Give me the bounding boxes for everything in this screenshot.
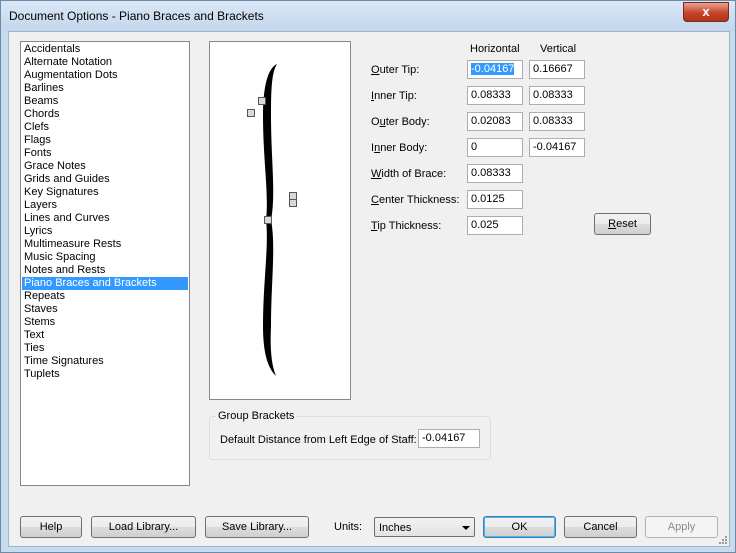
title-bar[interactable]: Document Options - Piano Braces and Brac… <box>1 1 735 31</box>
group-brackets-title: Group Brackets <box>216 410 297 422</box>
cancel-button[interactable]: Cancel <box>564 516 637 538</box>
category-item[interactable]: Grace Notes <box>22 160 188 173</box>
category-item[interactable]: Beams <box>22 95 188 108</box>
load-library-button[interactable]: Load Library... <box>91 516 196 538</box>
inner-body-horizontal-input[interactable]: 0 <box>467 138 523 157</box>
category-item[interactable]: Key Signatures <box>22 186 188 199</box>
outer-tip-label: Outer Tip: <box>371 64 420 76</box>
inner-body-label: Inner Body: <box>371 142 428 154</box>
category-item[interactable]: Lines and Curves <box>22 212 188 225</box>
outer-tip-vertical-input[interactable]: 0.16667 <box>529 60 585 79</box>
units-select[interactable]: Inches <box>374 517 475 537</box>
category-item[interactable]: Barlines <box>22 82 188 95</box>
category-item[interactable]: Notes and Rests <box>22 264 188 277</box>
width-of-brace-label: Width of Brace: <box>371 168 447 180</box>
category-item[interactable]: Time Signatures <box>22 355 188 368</box>
category-item[interactable]: Grids and Guides <box>22 173 188 186</box>
center-handle[interactable] <box>264 216 272 224</box>
category-item[interactable]: Piano Braces and Brackets <box>22 277 188 290</box>
center-thickness-label: Center Thickness: <box>371 194 460 206</box>
outer-body-label: Outer Body: <box>371 116 430 128</box>
width-of-brace-input[interactable]: 0.08333 <box>467 164 523 183</box>
category-item[interactable]: Layers <box>22 199 188 212</box>
chevron-down-icon <box>462 526 470 530</box>
center-thickness-input[interactable]: 0.0125 <box>467 190 523 209</box>
outer-body-vertical-input[interactable]: 0.08333 <box>529 112 585 131</box>
category-item[interactable]: Stems <box>22 316 188 329</box>
category-item[interactable]: Music Spacing <box>22 251 188 264</box>
vertical-column-header: Vertical <box>540 43 577 55</box>
category-item[interactable]: Staves <box>22 303 188 316</box>
category-item[interactable]: Fonts <box>22 147 188 160</box>
close-icon: x <box>702 4 710 19</box>
piano-brace-graphic <box>263 64 277 376</box>
category-list[interactable]: Accidentals Alternate Notation Augmentatio… <box>20 41 190 486</box>
close-button[interactable]: x <box>683 2 729 22</box>
inner-body-vertical-input[interactable]: -0.04167 <box>529 138 585 157</box>
inner-tip-vertical-input[interactable]: 0.08333 <box>529 86 585 105</box>
units-label: Units: <box>334 521 363 533</box>
tip-thickness-input[interactable]: 0.025 <box>467 216 523 235</box>
inner-tip-horizontal-input[interactable]: 0.08333 <box>467 86 523 105</box>
ok-button[interactable]: OK <box>483 516 556 538</box>
category-item[interactable]: Repeats <box>22 290 188 303</box>
default-distance-input[interactable]: -0.04167 <box>418 429 480 448</box>
help-button[interactable]: Help <box>20 516 82 538</box>
inner-body-handle[interactable] <box>289 199 297 207</box>
category-item[interactable]: Ties <box>22 342 188 355</box>
category-item[interactable]: Chords <box>22 108 188 121</box>
category-item[interactable]: Tuplets <box>22 368 188 381</box>
window-title: Document Options - Piano Braces and Brac… <box>9 9 264 23</box>
category-item[interactable]: Flags <box>22 134 188 147</box>
horizontal-column-header: Horizontal <box>470 43 520 55</box>
apply-button[interactable]: Apply <box>645 516 718 538</box>
inner-tip-handle[interactable] <box>247 109 255 117</box>
tip-thickness-label: Tip Thickness: <box>371 220 442 232</box>
outer-tip-horizontal-input[interactable]: -0.04167 <box>467 60 523 79</box>
dialog-client: Accidentals Alternate Notation Augmentatio… <box>8 31 730 547</box>
reset-button[interactable]: Reset <box>594 213 651 235</box>
outer-body-horizontal-input[interactable]: 0.02083 <box>467 112 523 131</box>
category-item[interactable]: Multimeasure Rests <box>22 238 188 251</box>
default-distance-label: Default Distance from Left Edge of Staff… <box>220 434 417 446</box>
brace-preview <box>209 41 351 400</box>
units-value: Inches <box>379 522 412 534</box>
category-item[interactable]: Accidentals <box>22 43 188 56</box>
category-item[interactable]: Lyrics <box>22 225 188 238</box>
size-grip-icon[interactable] <box>718 535 728 545</box>
category-item[interactable]: Text <box>22 329 188 342</box>
document-options-window: Document Options - Piano Braces and Brac… <box>0 0 736 553</box>
category-item[interactable]: Augmentation Dots <box>22 69 188 82</box>
category-item[interactable]: Clefs <box>22 121 188 134</box>
outer-tip-handle[interactable] <box>258 97 266 105</box>
save-library-button[interactable]: Save Library... <box>205 516 309 538</box>
inner-tip-label: Inner Tip: <box>371 90 417 102</box>
category-item[interactable]: Alternate Notation <box>22 56 188 69</box>
group-brackets-box: Group Brackets Default Distance from Lef… <box>209 410 491 460</box>
